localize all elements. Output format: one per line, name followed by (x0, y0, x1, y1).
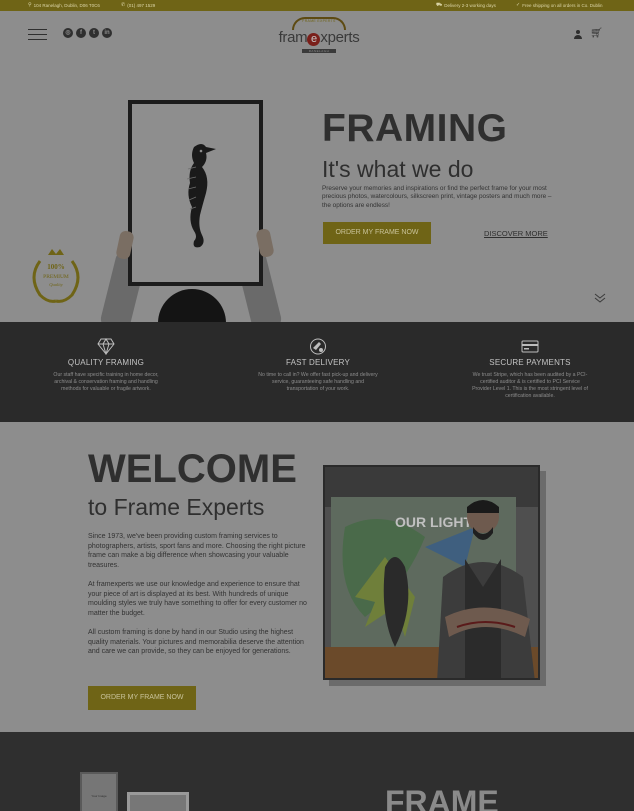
feature-text: We trust Stripe, which has been audited … (472, 372, 588, 399)
premium-quality-badge: 100% PREMIUM Quality (32, 249, 80, 303)
phone-icon: ✆ (121, 2, 126, 8)
hero-image-head (158, 289, 226, 322)
phone-text[interactable]: (01) 497 1529 (127, 3, 155, 8)
linkedin-icon[interactable]: in (102, 28, 112, 38)
twitter-icon[interactable]: t (89, 28, 99, 38)
feature-payments: SECURE PAYMENTS We trust Stripe, which h… (450, 338, 610, 400)
site-header: ◎ f t in FRAME EXPERTS fram e xperts RANEL… (0, 11, 634, 61)
card-icon (521, 340, 539, 353)
hero-description: Preserve your memories and inspirations … (322, 185, 552, 209)
logo-arc-text: FRAME EXPERTS (302, 19, 336, 23)
address-text: 104 Ranelagh, Dublin, D06 T0C6 (33, 3, 100, 8)
frame-section-title: FRAME (385, 784, 499, 811)
delivery-info: ⛟ Delivery 2-3 working days (436, 2, 496, 9)
feature-title: QUALITY FRAMING (67, 358, 145, 367)
shipping-info: ✓ Free shipping on all orders in Co. Dub… (516, 2, 603, 9)
delivery-text: Delivery 2-3 working days (444, 3, 496, 8)
owner-photo-illustration: OUR LIGHT (325, 467, 538, 678)
hero-subtitle: It's what we do (322, 156, 474, 182)
owner-photo: OUR LIGHT (323, 465, 540, 680)
cart-icon[interactable]: 🛒︎ (590, 29, 603, 39)
frame-sample (127, 792, 189, 811)
phone-info[interactable]: ✆ (01) 497 1529 (121, 2, 155, 9)
discover-more-link[interactable]: DISCOVER MORE (484, 229, 548, 238)
features-section: QUALITY FRAMING Our staff have specific … (0, 322, 634, 422)
feature-title: SECURE PAYMENTS (489, 358, 571, 367)
menu-icon[interactable] (28, 29, 47, 41)
feature-title: FAST DELIVERY (285, 358, 351, 367)
facebook-icon[interactable]: f (76, 28, 86, 38)
svg-text:PREMIUM: PREMIUM (43, 274, 69, 280)
svg-text:100%: 100% (47, 263, 65, 271)
tag-icon: ✓ (516, 2, 521, 8)
site-logo[interactable]: FRAME EXPERTS fram e xperts RANELAGH (272, 15, 366, 57)
scroll-down-icon[interactable] (594, 292, 606, 304)
instagram-icon[interactable]: ◎ (63, 28, 73, 38)
svg-text:OUR LIGHT: OUR LIGHT (395, 514, 472, 530)
welcome-subtitle: to Frame Experts (88, 494, 265, 520)
hero-section: FRAMING It's what we do Preserve your me… (0, 61, 634, 322)
account-icon[interactable] (573, 30, 583, 40)
hero-image-frame (128, 100, 263, 286)
logo-subtitle: RANELAGH (302, 49, 336, 53)
welcome-paragraph: Since 1973, we've been providing custom … (88, 533, 306, 569)
welcome-paragraph: All custom framing is done by hand in ou… (88, 629, 304, 656)
welcome-title: WELCOME (88, 447, 297, 491)
shipping-text: Free shipping on all orders in Co. Dubli… (522, 3, 603, 8)
delivery-icon (310, 338, 326, 355)
frame-section: Your Image FRAME (0, 732, 634, 811)
top-info-bar: ⚲ 104 Ranelagh, Dublin, D06 T0C6 ✆ (01) … (0, 0, 634, 11)
location-pin-icon: ⚲ (28, 2, 32, 8)
welcome-paragraph: At framexperts we use our knowledge and … (88, 581, 307, 617)
feature-text: Our staff have specific training in home… (53, 372, 159, 392)
welcome-section: WELCOME to Frame Experts Since 1973, we'… (0, 422, 634, 732)
feature-delivery: FAST DELIVERY No time to call in? We off… (238, 338, 398, 393)
feature-quality: QUALITY FRAMING Our staff have specific … (26, 338, 186, 393)
diamond-icon (97, 338, 115, 355)
feature-text: No time to call in? We offer fast pick-u… (258, 372, 378, 392)
frame-sample: Your Image (80, 772, 118, 811)
seahorse-illustration (186, 144, 216, 248)
logo-wordmark: fram e xperts (278, 29, 360, 46)
hero-title: FRAMING (322, 107, 508, 150)
truck-icon: ⛟ (436, 2, 443, 8)
address-info: ⚲ 104 Ranelagh, Dublin, D06 T0C6 (28, 2, 100, 9)
order-frame-button[interactable]: ORDER MY FRAME NOW (88, 686, 196, 710)
order-frame-button[interactable]: ORDER MY FRAME NOW (323, 222, 431, 244)
svg-text:Quality: Quality (49, 282, 63, 287)
